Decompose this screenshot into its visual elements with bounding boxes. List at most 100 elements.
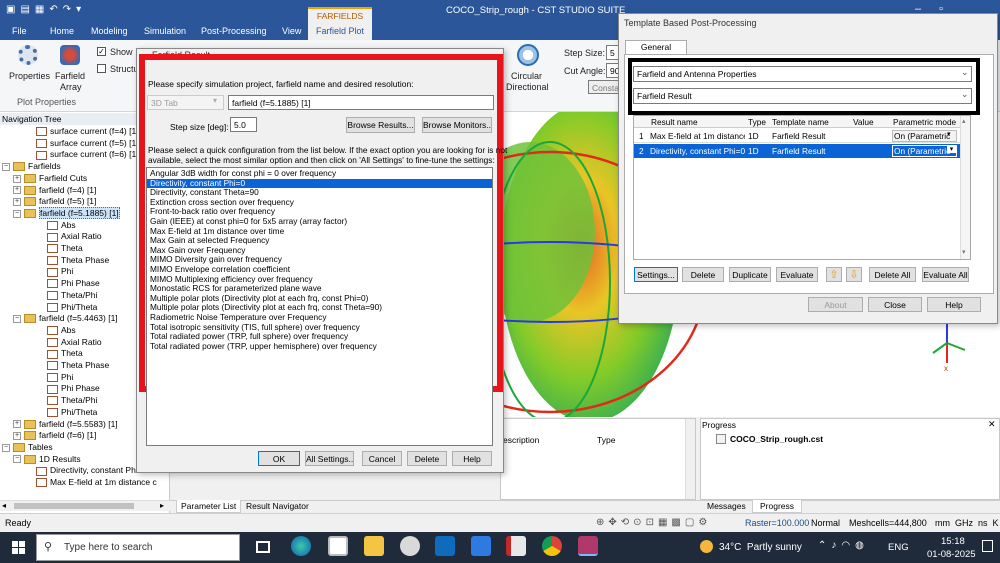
delete-all-button[interactable]: Delete All bbox=[869, 267, 916, 282]
show-checkbox[interactable]: ✓ bbox=[97, 47, 106, 56]
tab-result-navigator[interactable]: Result Navigator bbox=[246, 500, 309, 513]
move-up-icon[interactable]: ⇧ bbox=[826, 267, 842, 282]
tree-folder[interactable]: + farfield (f=5) [1] bbox=[13, 196, 96, 208]
tree-item[interactable]: surface current (f=4) [1] bbox=[36, 126, 139, 138]
delete-button[interactable]: Delete bbox=[407, 451, 447, 466]
table-vertical-scrollbar[interactable]: ▴ ▾ bbox=[960, 116, 970, 259]
scroll-thumb[interactable] bbox=[14, 503, 134, 509]
duplicate-button[interactable]: Duplicate bbox=[729, 267, 771, 282]
tree-folder[interactable]: − farfield (f=5.4463) [1] bbox=[13, 313, 118, 325]
farfield-name-input[interactable]: farfield (f=5.1885) [1] bbox=[228, 95, 494, 110]
mail-icon[interactable] bbox=[471, 536, 491, 556]
undo-icon[interactable]: ↶ bbox=[49, 4, 62, 15]
list-item[interactable]: Total radiated power (TRP, upper hemisph… bbox=[147, 341, 492, 352]
collapse-icon[interactable]: − bbox=[2, 162, 10, 171]
properties-button-label[interactable]: Properties bbox=[9, 71, 50, 81]
notification-icon[interactable] bbox=[982, 540, 993, 552]
globe-icon[interactable]: ◍ bbox=[855, 540, 869, 551]
tree-folder[interactable]: + Farfield Cuts bbox=[13, 173, 87, 185]
mesh-icon[interactable]: ▩ bbox=[671, 517, 684, 528]
tab-messages[interactable]: Messages bbox=[707, 500, 746, 513]
tree-item[interactable]: Phi Phase bbox=[47, 383, 100, 395]
tree-item[interactable]: Abs bbox=[47, 220, 76, 232]
pan-icon[interactable]: ✥ bbox=[608, 517, 620, 528]
menu-tab-view[interactable]: View bbox=[282, 26, 301, 36]
tree-folder[interactable]: − farfield (f=5.1885) [1] bbox=[13, 206, 120, 220]
tab-general-results[interactable]: General Results bbox=[625, 40, 687, 65]
tree-folder[interactable]: + farfield (f=4) [1] bbox=[13, 185, 96, 197]
move-down-icon[interactable]: ⇩ bbox=[846, 267, 862, 282]
tree-item[interactable]: Theta bbox=[47, 243, 83, 255]
weather-icon[interactable] bbox=[700, 540, 713, 553]
expand-icon[interactable]: + bbox=[13, 431, 21, 440]
tree-item[interactable]: Abs bbox=[47, 325, 76, 337]
cancel-button[interactable]: Cancel bbox=[362, 451, 402, 466]
tree-item[interactable]: Phi/Theta bbox=[47, 302, 97, 314]
settings-button[interactable]: Settings... bbox=[634, 267, 678, 282]
scroll-down-icon[interactable]: ▾ bbox=[962, 248, 966, 256]
browse-results-button[interactable]: Browse Results... bbox=[346, 117, 415, 133]
redo-icon[interactable]: ↷ bbox=[63, 4, 76, 15]
row-mode-chevron-icon[interactable]: ▾ bbox=[947, 145, 956, 153]
help-button[interactable]: Help bbox=[452, 451, 492, 466]
evaluate-all-button[interactable]: Evaluate All bbox=[922, 267, 969, 282]
menu-tab-modeling[interactable]: Modeling bbox=[91, 26, 128, 36]
circular-directional-label-2[interactable]: Directional bbox=[506, 82, 549, 92]
collapse-icon[interactable]: − bbox=[13, 209, 21, 218]
grid-icon[interactable]: ▦ bbox=[658, 517, 671, 528]
template-dropdown[interactable]: Farfield Result bbox=[633, 88, 972, 104]
open-icon[interactable]: ▤ bbox=[20, 4, 34, 15]
browse-monitors-button[interactable]: Browse Monitors... bbox=[422, 117, 492, 133]
tree-item[interactable]: Phi bbox=[47, 372, 73, 384]
about-button[interactable]: About bbox=[808, 297, 863, 312]
collapse-icon[interactable]: − bbox=[13, 314, 21, 323]
farfield-array-label-1[interactable]: Farfield bbox=[55, 71, 85, 81]
settings-icon[interactable]: ⚙ bbox=[698, 517, 711, 528]
task-view-icon[interactable] bbox=[256, 541, 270, 553]
collapse-icon[interactable]: − bbox=[13, 455, 21, 464]
expand-icon[interactable]: + bbox=[13, 420, 21, 429]
tree-item[interactable]: Max E-field at 1m distance c bbox=[36, 477, 157, 489]
farfield-array-icon[interactable] bbox=[60, 45, 80, 65]
cst-app-icon[interactable] bbox=[578, 536, 598, 556]
collapse-icon[interactable]: − bbox=[2, 443, 10, 452]
tree-folder[interactable]: − Tables bbox=[2, 442, 53, 454]
tree-item[interactable]: Theta Phase bbox=[47, 360, 109, 372]
bbox-icon[interactable]: ▢ bbox=[685, 517, 698, 528]
weather-text[interactable]: 34°C Partly sunny bbox=[719, 542, 802, 553]
file-explorer-icon[interactable] bbox=[364, 536, 384, 556]
circular-directional-label-1[interactable]: Circular bbox=[511, 71, 542, 81]
tab-parameter-list[interactable]: Parameter List bbox=[176, 500, 242, 513]
zoom-box-icon[interactable]: ⊡ bbox=[646, 517, 658, 528]
tree-folder[interactable]: − Farfields bbox=[2, 161, 61, 173]
tree-item[interactable]: Axial Ratio bbox=[47, 337, 102, 349]
nav-horizontal-scrollbar[interactable]: ◂ ▸ bbox=[0, 500, 170, 511]
configuration-list[interactable]: Angular 3dB width for const phi = 0 over… bbox=[146, 167, 493, 446]
menu-tab-farfield-plot[interactable]: Farfield Plot bbox=[308, 23, 372, 40]
evaluate-button[interactable]: Evaluate bbox=[776, 267, 818, 282]
menu-tab-simulation[interactable]: Simulation bbox=[144, 26, 186, 36]
clock-time[interactable]: 15:18 bbox=[941, 536, 965, 547]
customize-icon[interactable]: ▾ bbox=[76, 4, 86, 15]
language-indicator[interactable]: ENG bbox=[888, 542, 909, 553]
chrome-icon[interactable] bbox=[542, 536, 562, 556]
constant-select[interactable]: Constan bbox=[588, 80, 620, 94]
menu-tab-home[interactable]: Home bbox=[50, 26, 74, 36]
clock-date[interactable]: 01-08-2025 bbox=[927, 549, 976, 560]
template-help-button[interactable]: Help bbox=[927, 297, 981, 312]
tree-item[interactable]: Phi Phase bbox=[47, 278, 100, 290]
tree-item[interactable]: Theta/Phi bbox=[47, 395, 97, 407]
tree-folder[interactable]: + farfield (f=6) [1] bbox=[13, 430, 96, 442]
category-chevron-icon[interactable]: ⌄ bbox=[961, 67, 969, 78]
ok-button[interactable]: OK bbox=[258, 451, 300, 466]
save-icon[interactable]: ▦ bbox=[35, 4, 49, 15]
tree-item[interactable]: surface current (f=6) [1] bbox=[36, 149, 139, 161]
menu-tab-post-processing[interactable]: Post-Processing bbox=[201, 26, 267, 36]
tree-folder[interactable]: − 1D Results bbox=[13, 454, 81, 466]
circular-directional-icon[interactable] bbox=[517, 44, 539, 66]
pdf-icon[interactable] bbox=[506, 536, 526, 556]
farfield-array-label-2[interactable]: Array bbox=[60, 82, 82, 92]
step-size-field[interactable]: 5.0 bbox=[230, 117, 257, 132]
tree-item[interactable]: Theta Phase bbox=[47, 255, 109, 267]
volume-icon[interactable]: ♪ bbox=[831, 540, 841, 551]
